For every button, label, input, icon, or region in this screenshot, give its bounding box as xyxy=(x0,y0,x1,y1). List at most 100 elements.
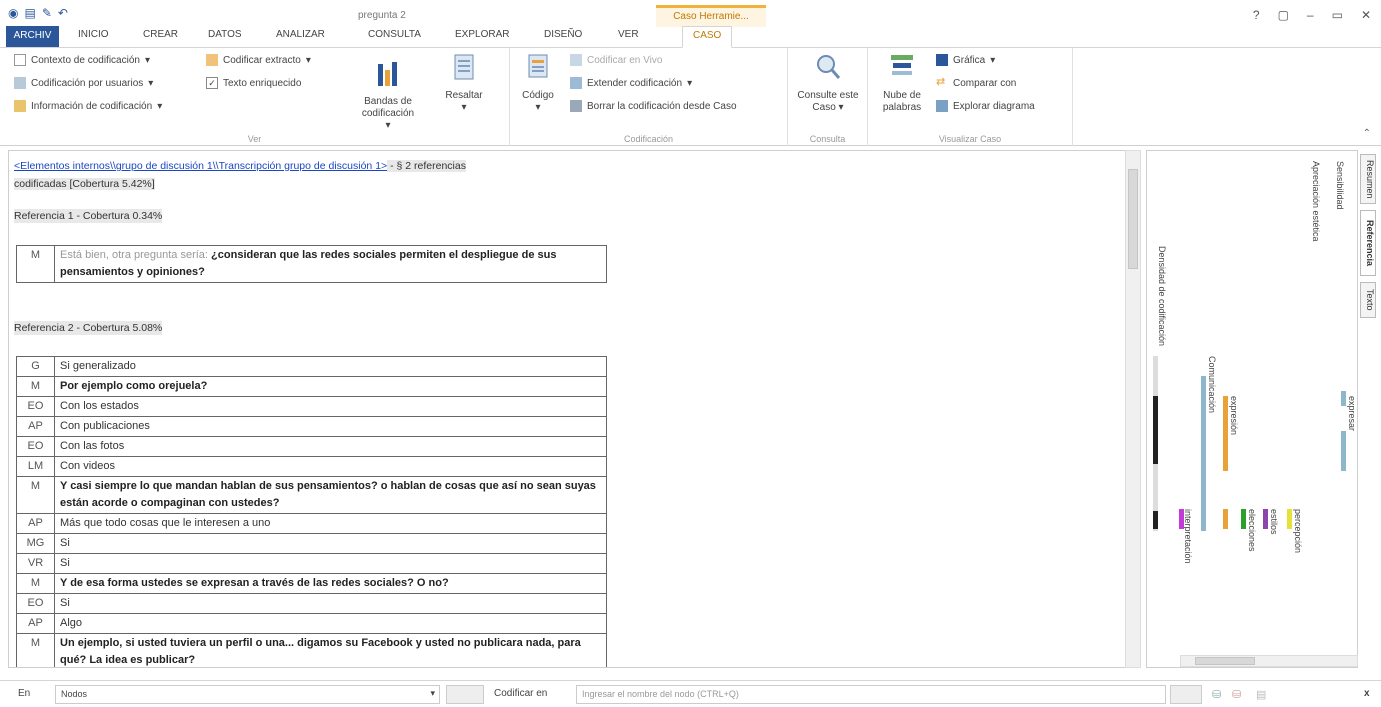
minimize-button[interactable]: – xyxy=(1307,8,1314,22)
expresar-stripe-2[interactable] xyxy=(1341,431,1346,471)
percepcion-stripe[interactable] xyxy=(1287,509,1292,529)
checkbox-icon: ✓ xyxy=(206,77,218,89)
coded-text: Con los estados xyxy=(60,400,139,412)
stripes-horizontal-scrollbar[interactable] xyxy=(1180,655,1358,667)
tab-analizar[interactable]: ANALIZAR xyxy=(276,29,325,40)
edit-icon[interactable]: ✎ xyxy=(42,6,52,20)
highlight-button[interactable]: Resaltar ▾ xyxy=(440,52,488,114)
coding-by-users-button[interactable]: Codificación por usuarios ▾ xyxy=(14,77,153,89)
tab-consulta[interactable]: CONSULTA xyxy=(368,29,421,40)
speaker-cell: M xyxy=(16,476,55,514)
stripe-label-percepcion: percepción xyxy=(1293,509,1303,554)
undo-icon[interactable]: ↶ xyxy=(58,6,68,20)
tab-crear[interactable]: CREAR xyxy=(143,29,178,40)
browse-node-button[interactable] xyxy=(1170,685,1202,704)
chevron-down-icon: ▾ xyxy=(430,688,435,698)
coded-text: Y de esa forma ustedes se expresan a tra… xyxy=(60,577,449,589)
tab-ver[interactable]: VER xyxy=(618,29,639,40)
expresar-stripe-1[interactable] xyxy=(1341,391,1346,406)
table-row: AP Más que todo cosas que le interesen a … xyxy=(16,513,607,534)
reference-1-label: Referencia 1 - Cobertura 0.34% xyxy=(14,209,163,223)
stripe-label-sensibilidad: Sensibilidad xyxy=(1335,161,1345,210)
comunicacion-stripe[interactable] xyxy=(1201,376,1206,531)
table-row: VR Si xyxy=(16,553,607,574)
rich-text-checkbox[interactable]: ✓ Texto enriquecido xyxy=(206,77,301,89)
speaker-cell: M xyxy=(16,633,55,667)
tab-diseno[interactable]: DISEÑO xyxy=(544,29,582,40)
title-bar: ◉ ▤ ✎ ↶ pregunta 2 Caso Herramie... ? ▢ … xyxy=(0,0,1381,28)
in-vivo-icon-status[interactable]: ▤ xyxy=(1256,688,1266,701)
speaker-cell: LM xyxy=(16,456,55,477)
tab-resumen[interactable]: Resumen xyxy=(1360,154,1376,204)
tab-file[interactable]: ARCHIV xyxy=(6,26,59,47)
uncode-icon-status[interactable]: ⛁ xyxy=(1232,688,1241,701)
speaker-cell: AP xyxy=(16,513,55,534)
content-scrollbar[interactable] xyxy=(1125,150,1141,668)
tab-caso[interactable]: CASO xyxy=(682,26,733,48)
coded-text: Con las fotos xyxy=(60,440,125,452)
word-cloud-button[interactable]: Nube de palabras xyxy=(880,52,924,114)
utterance-cell: Con publicaciones xyxy=(54,416,607,437)
reference-count: - § 2 referencias xyxy=(387,160,466,172)
speaker-cell: EO xyxy=(16,396,55,417)
help-button[interactable]: ? xyxy=(1253,8,1260,22)
coded-text: Un ejemplo, si usted tuviera un perfil o… xyxy=(60,637,581,666)
utterance-cell: Y de esa forma ustedes se expresan a tra… xyxy=(54,573,607,594)
stripe-label-density: Densidad de codificación xyxy=(1157,246,1167,347)
elecciones-stripe[interactable] xyxy=(1241,509,1246,529)
tab-explorar[interactable]: EXPLORAR xyxy=(455,29,509,40)
expresion-stripe-2[interactable] xyxy=(1223,509,1228,529)
node-name-input[interactable]: Ingresar el nombre del nodo (CTRL+Q) xyxy=(576,685,1166,704)
code-button[interactable]: Código ▾ xyxy=(518,52,558,114)
explore-diagram-button[interactable]: Explorar diagrama xyxy=(936,100,1035,112)
coded-text: Y casi siempre lo que mandan hablan de s… xyxy=(60,480,596,509)
nodes-dropdown[interactable]: Nodos ▾ xyxy=(55,685,440,704)
content-pane: <Elementos internos\\grupo de discusión … xyxy=(8,150,1136,668)
chart-button[interactable]: Gráfica ▾ xyxy=(936,54,995,66)
interpretacion-stripe[interactable] xyxy=(1179,509,1184,529)
browse-button[interactable] xyxy=(446,685,484,704)
hscroll-thumb[interactable] xyxy=(1195,657,1255,665)
coverage-summary: codificadas [Cobertura 5.42%] xyxy=(14,178,155,190)
uncoded-text: Está bien, otra pregunta sería: xyxy=(60,249,212,261)
restore-button[interactable]: ▭ xyxy=(1332,8,1343,22)
reference-2-table: G Si generalizado M Por ejemplo como orejue… xyxy=(16,356,607,667)
tab-referencia[interactable]: Referencia xyxy=(1360,210,1376,276)
table-row: MY casi siempre lo que mandan hablan de … xyxy=(16,476,607,514)
coding-context-button[interactable]: Contexto de codificación ▾ xyxy=(14,54,150,66)
save-icon[interactable]: ▤ xyxy=(24,6,35,20)
compare-with-button[interactable]: ⇄ Comparar con xyxy=(936,77,1016,89)
scrollbar-thumb[interactable] xyxy=(1128,169,1138,269)
tab-datos[interactable]: DATOS xyxy=(208,29,242,40)
uncode-icon xyxy=(570,100,582,112)
coding-info-button[interactable]: Información de codificación ▾ xyxy=(14,100,162,112)
coded-text: Por ejemplo como orejuela? xyxy=(60,380,208,392)
app-icon[interactable]: ◉ xyxy=(8,6,18,20)
utterance-cell: Con los estados xyxy=(54,396,607,417)
density-stripe-1 xyxy=(1153,396,1158,464)
speaker-cell: M xyxy=(16,245,55,283)
code-excerpt-button[interactable]: Codificar extracto ▾ xyxy=(206,54,311,66)
close-button[interactable]: ✕ xyxy=(1361,8,1371,22)
source-link[interactable]: <Elementos internos\\grupo de discusión … xyxy=(14,160,387,172)
expresion-stripe-1[interactable] xyxy=(1223,396,1228,471)
uncode-button[interactable]: Borrar la codificación desde Caso xyxy=(570,100,737,112)
tab-inicio[interactable]: INICIO xyxy=(78,29,109,40)
utterance-cell: Con videos xyxy=(54,456,607,477)
coded-text: Con videos xyxy=(60,460,116,472)
ribbon-display-button[interactable]: ▢ xyxy=(1278,8,1289,22)
collapse-ribbon-icon[interactable]: ⌃ xyxy=(1363,128,1371,139)
code-in-vivo-button[interactable]: Codificar en Vivo xyxy=(570,54,662,66)
tab-texto[interactable]: Texto xyxy=(1360,282,1376,318)
speaker-cell: EO xyxy=(16,593,55,614)
excerpt-icon xyxy=(206,54,218,66)
status-bar: En Nodos ▾ Codificar en Ingresar el nomb… xyxy=(0,680,1381,707)
query-case-button[interactable]: Consulte este Caso ▾ xyxy=(796,52,860,114)
estilos-stripe[interactable] xyxy=(1263,509,1268,529)
extend-coding-button[interactable]: Extender codificación ▾ xyxy=(570,77,692,89)
close-bar-icon[interactable]: x xyxy=(1364,688,1370,699)
speaker-cell: AP xyxy=(16,416,55,437)
code-icon-status[interactable]: ⛁ xyxy=(1212,688,1221,701)
coded-text: Si generalizado xyxy=(60,360,136,372)
coding-stripes-button[interactable]: Bandas de codificación ▾ xyxy=(358,58,418,132)
